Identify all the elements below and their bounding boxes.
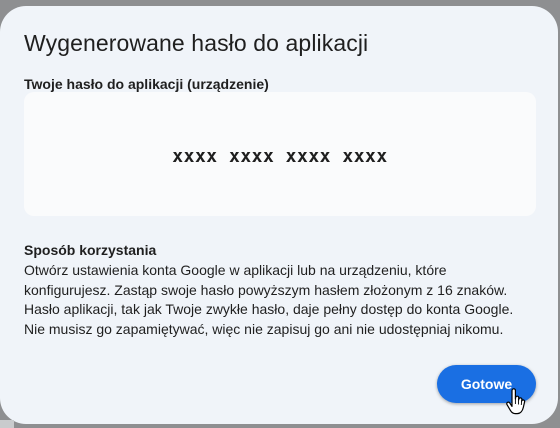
dialog-title: Wygenerowane hasło do aplikacji bbox=[24, 30, 369, 56]
usage-line: Nie musisz go zapamiętywać, więc nie zap… bbox=[24, 320, 504, 337]
usage-instructions: Otwórz ustawienia konta Google w aplikac… bbox=[24, 261, 544, 339]
password-label: Twoje hasło do aplikacji (urządzenie) bbox=[24, 76, 269, 92]
background-window-edge bbox=[0, 420, 14, 428]
app-password-dialog: Wygenerowane hasło do aplikacji Twoje ha… bbox=[0, 6, 558, 424]
usage-line: Hasło aplikacji, tak jak Twoje zwykłe ha… bbox=[24, 301, 514, 317]
usage-line: konfigurujesz. Zastąp swoje hasło powyżs… bbox=[24, 281, 508, 298]
usage-line: Otwórz ustawienia konta Google w aplikac… bbox=[24, 262, 447, 278]
hand-pointer-icon bbox=[506, 388, 526, 415]
password-value[interactable]: xxxx xxxx xxxx xxxx bbox=[172, 146, 387, 167]
usage-heading: Sposób korzystania bbox=[24, 242, 157, 258]
password-box[interactable]: xxxx xxxx xxxx xxxx bbox=[24, 92, 536, 216]
